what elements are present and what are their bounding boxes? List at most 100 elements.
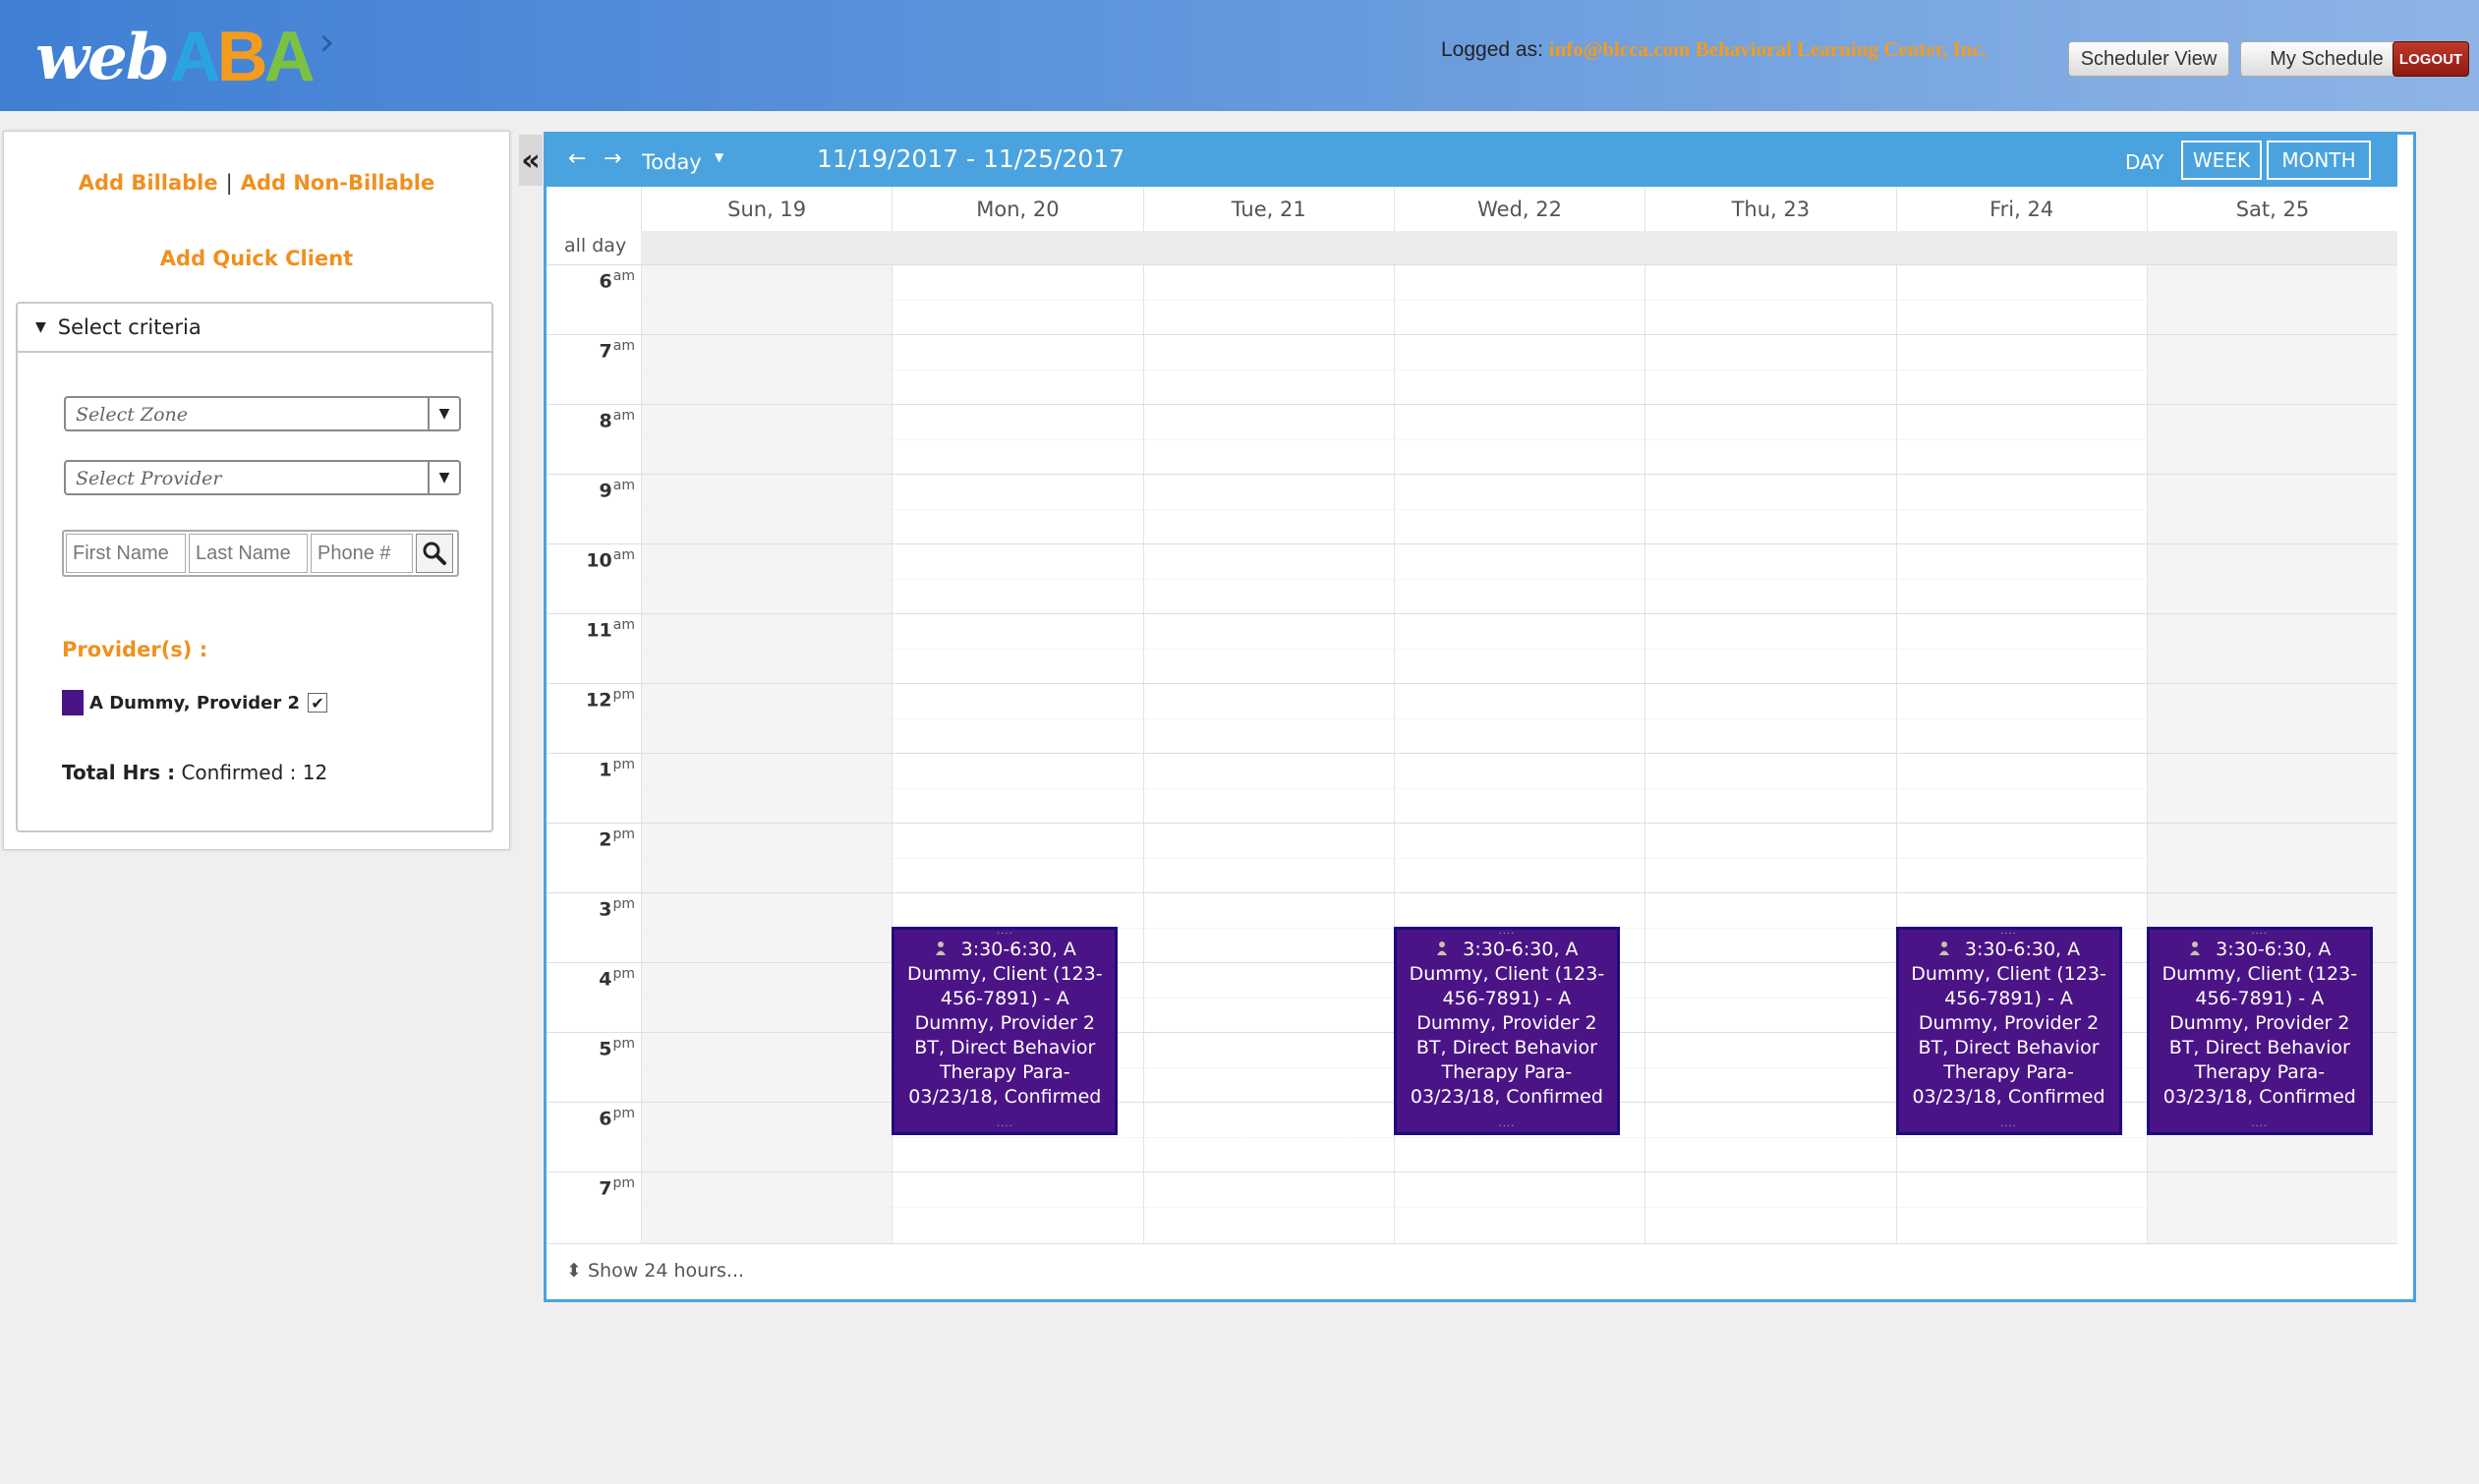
show-24-hours-link[interactable]: ⬍ Show 24 hours...: [566, 1260, 744, 1282]
hour-line: [547, 264, 2397, 265]
time-label: 6pm: [547, 1106, 635, 1129]
drag-handle-icon[interactable]: ····: [2150, 929, 2370, 939]
resize-handle-icon[interactable]: ····: [1899, 1121, 2119, 1131]
half-hour-line: [641, 1136, 2397, 1138]
webaba-logo[interactable]: web ABA ›: [35, 18, 335, 96]
collapse-sidebar-button[interactable]: «: [519, 135, 543, 186]
time-label-ampm: pm: [612, 896, 635, 912]
person-icon: [1437, 941, 1448, 955]
half-hour-line: [641, 857, 2397, 859]
chevron-down-icon[interactable]: ▼: [428, 398, 459, 429]
hour-line: [547, 334, 2397, 335]
select-zone-dropdown[interactable]: Select Zone ▼: [64, 396, 461, 431]
day-header[interactable]: Mon, 20: [892, 187, 1142, 231]
phone-input[interactable]: Phone #: [311, 534, 413, 573]
time-label-hour: 6: [599, 1108, 612, 1130]
time-label-ampm: pm: [612, 687, 635, 703]
half-hour-line: [641, 299, 2397, 301]
client-search-row: First Name Last Name Phone #: [62, 530, 459, 577]
add-billable-link[interactable]: Add Billable: [79, 171, 218, 195]
time-label-ampm: pm: [612, 1036, 635, 1052]
my-schedule-button[interactable]: My Schedule: [2240, 41, 2413, 77]
time-label-ampm: am: [612, 268, 635, 284]
logo-web-text: web: [35, 20, 170, 94]
provider-color-swatch: [62, 690, 84, 715]
time-label: 6am: [547, 268, 635, 292]
person-icon: [2190, 941, 2201, 955]
today-button[interactable]: Today: [642, 150, 702, 174]
time-label-hour: 6: [599, 270, 612, 293]
prev-week-icon[interactable]: ←: [568, 146, 586, 171]
half-hour-line: [641, 438, 2397, 440]
hour-line: [547, 543, 2397, 544]
appointment-event[interactable]: ···· 3:30-6:30, A Dummy, Client (123-456-…: [1895, 926, 2122, 1135]
hour-line: [547, 613, 2397, 614]
time-label: 8am: [547, 408, 635, 431]
day-header[interactable]: Fri, 24: [1895, 187, 2147, 231]
day-header-row: Sun, 19 Mon, 20 Tue, 21 Wed, 22 Thu, 23 Fri, …: [547, 187, 2397, 231]
logged-as-value: info@blcca.com Behavioral Learning Cente…: [1548, 37, 1987, 61]
logo-aba-text: ABA: [169, 18, 316, 96]
time-label-ampm: pm: [612, 1106, 635, 1121]
select-zone-placeholder: Select Zone: [76, 404, 189, 426]
time-label-hour: 10: [586, 549, 612, 572]
chevron-down-icon[interactable]: ▼: [428, 462, 459, 493]
provider-checkbox[interactable]: ✔: [308, 693, 328, 713]
add-quick-client-link[interactable]: Add Quick Client: [4, 247, 509, 270]
add-links-separator: |: [225, 171, 233, 195]
time-label-ampm: pm: [612, 966, 635, 982]
appointment-text: 3:30-6:30, A Dummy, Client (123-456-7891…: [1911, 938, 2106, 1108]
week-view-button[interactable]: WEEK: [2181, 141, 2262, 180]
logged-as-info: Logged as: info@blcca.com Behavioral Lea…: [1441, 37, 1987, 62]
hour-line: [547, 892, 2397, 893]
day-header[interactable]: Sat, 25: [2146, 187, 2397, 231]
appointment-event[interactable]: ···· 3:30-6:30, A Dummy, Client (123-456-…: [892, 926, 1119, 1135]
time-label: 1pm: [547, 757, 635, 780]
search-button[interactable]: [416, 534, 453, 573]
select-provider-dropdown[interactable]: Select Provider ▼: [64, 460, 461, 495]
drag-handle-icon[interactable]: ····: [894, 929, 1115, 939]
time-label-hour: 11: [586, 619, 612, 642]
day-column[interactable]: [641, 264, 893, 1243]
total-hrs-label: Total Hrs :: [62, 761, 176, 784]
hour-line: [547, 1171, 2397, 1172]
provider-name: A Dummy, Provider 2: [89, 692, 301, 713]
hour-line: [547, 404, 2397, 405]
half-hour-line: [641, 717, 2397, 719]
day-header[interactable]: Thu, 23: [1644, 187, 1895, 231]
time-label: 9am: [547, 478, 635, 501]
day-column[interactable]: [1142, 264, 1394, 1243]
select-criteria-header[interactable]: ▼ Select criteria: [18, 304, 491, 353]
half-hour-line: [641, 578, 2397, 580]
appointment-event[interactable]: ···· 3:30-6:30, A Dummy, Client (123-456-…: [1393, 926, 1620, 1135]
time-label: 4pm: [547, 966, 635, 990]
select-provider-placeholder: Select Provider: [76, 468, 222, 489]
day-header[interactable]: Wed, 22: [1393, 187, 1644, 231]
time-label: 3pm: [547, 896, 635, 920]
resize-handle-icon[interactable]: ····: [1397, 1121, 1617, 1131]
time-label-hour: 1: [599, 759, 612, 781]
drag-handle-icon[interactable]: ····: [1397, 929, 1617, 939]
day-header[interactable]: Sun, 19: [641, 187, 892, 231]
day-column[interactable]: [1644, 264, 1895, 1243]
time-label-ampm: am: [612, 408, 635, 424]
resize-handle-icon[interactable]: ····: [894, 1121, 1115, 1131]
appointment-event[interactable]: ···· 3:30-6:30, A Dummy, Client (123-456-…: [2146, 926, 2373, 1135]
next-week-icon[interactable]: →: [604, 146, 621, 171]
first-name-input[interactable]: First Name: [66, 534, 186, 573]
expand-icon: ⬍: [566, 1260, 582, 1282]
drag-handle-icon[interactable]: ····: [1899, 929, 2119, 939]
last-name-input[interactable]: Last Name: [189, 534, 308, 573]
add-non-billable-link[interactable]: Add Non-Billable: [241, 171, 435, 195]
today-dropdown-icon[interactable]: ▼: [715, 150, 723, 164]
scheduler-view-button[interactable]: Scheduler View: [2068, 41, 2229, 77]
time-label: 12pm: [547, 687, 635, 711]
time-label: 5pm: [547, 1036, 635, 1059]
add-links: Add Billable | Add Non-Billable: [4, 171, 509, 195]
day-view-button[interactable]: DAY: [2125, 150, 2163, 174]
resize-handle-icon[interactable]: ····: [2150, 1121, 2370, 1131]
day-header[interactable]: Tue, 21: [1142, 187, 1394, 231]
month-view-button[interactable]: MONTH: [2267, 141, 2371, 180]
all-day-cells[interactable]: [641, 231, 2397, 264]
logout-button[interactable]: LOGOUT: [2393, 41, 2469, 77]
